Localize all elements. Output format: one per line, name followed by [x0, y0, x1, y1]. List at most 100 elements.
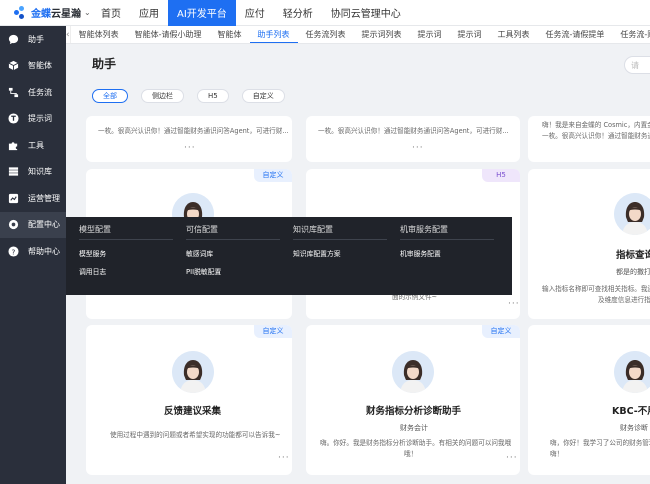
card-description: 一枚。很高兴认识你！通过智能财务通识问答Agent，可进行财...: [318, 127, 509, 135]
sidebar-item-label: 知识库: [28, 167, 52, 177]
menu-group-heading: 可信配置: [186, 224, 280, 240]
card-description: 使用过程中遇到的问题或者希望实现的功能都可以告诉我~: [110, 431, 281, 439]
tab-bar: ‹ 智能体列表 智能体-请假小助理 智能体 助手列表 任务流列表 提示词列表 提示词 提示词工…: [66, 26, 650, 44]
top-nav-item[interactable]: AI开发平台: [168, 0, 236, 26]
card-description: 嗨！我是来自金蝶的 Cosmic，内置金蝶的: [542, 121, 650, 129]
gear-icon: [8, 219, 19, 230]
more-icon[interactable]: ···: [184, 143, 196, 153]
brand-logo[interactable]: 金蝶云星瀚 ⌄: [0, 0, 92, 26]
chart-icon: [8, 193, 19, 204]
tab-item[interactable]: 提示词列表: [354, 26, 410, 43]
assistant-card[interactable]: 指标查询 都是的撒打算 输入指标名称即可查找相关指标。我还 及维度信息进行指: [528, 169, 650, 319]
avatar: [392, 351, 434, 393]
top-nav-item[interactable]: 轻分析: [274, 0, 322, 26]
menu-option[interactable]: 机审服务配置: [400, 248, 494, 258]
sidebar-item[interactable]: 运营管理: [0, 185, 66, 212]
card-description: 嗨，你好！我学习了公司的财务管理: [550, 439, 650, 447]
menu-column: 模型配置模型服务调用日志: [79, 224, 173, 276]
top-nav-item[interactable]: 首页: [92, 0, 130, 26]
sidebar-item-label: 工具: [28, 140, 44, 150]
flow-icon: [8, 87, 19, 98]
menu-option[interactable]: 调用日志: [79, 266, 173, 276]
sidebar-item[interactable]: 工具: [0, 132, 66, 159]
sidebar-item-label: 智能体: [28, 61, 52, 71]
filter-chip[interactable]: 侧边栏: [141, 89, 184, 103]
card-description: 一枚。很高兴认识你！通过智能财务通识问答: [542, 132, 650, 140]
card-title: KBC-不用: [612, 406, 650, 417]
sidebar-item[interactable]: ? 帮助中心: [0, 238, 66, 265]
menu-option[interactable]: 敏感词库: [186, 248, 280, 258]
card-description: 嗨。你好。我是财务指标分析诊断助手。有相关的问题可以问我哦: [320, 439, 512, 447]
tab-item[interactable]: 任务流-请假提单: [538, 26, 613, 43]
cube-icon: [8, 60, 19, 71]
avatar: [614, 351, 650, 393]
type-badge: H5: [482, 169, 520, 182]
more-icon[interactable]: ···: [412, 143, 424, 153]
card-description: 输入指标名称即可查找相关指标。我还: [542, 285, 650, 293]
top-nav-item[interactable]: 协同云管理中心: [322, 0, 410, 26]
sidebar-item-label: 帮助中心: [28, 246, 60, 256]
tab-item[interactable]: 提示词: [450, 26, 490, 43]
sidebar-item[interactable]: 配置中心: [0, 211, 66, 238]
chevron-down-icon[interactable]: ⌄: [84, 8, 91, 17]
top-nav-item[interactable]: 应付: [236, 0, 274, 26]
database-icon: [8, 166, 19, 177]
filter-chip[interactable]: 全部: [92, 89, 128, 103]
tab-item[interactable]: 工具列表: [490, 26, 538, 43]
more-icon[interactable]: ···: [278, 453, 290, 463]
sidebar-item[interactable]: 提示词: [0, 106, 66, 133]
card-description: 哦！: [404, 450, 418, 458]
assistant-card[interactable]: 一枚。很高兴认识你！通过智能财务通识问答Agent，可进行财... ···: [86, 116, 292, 162]
menu-option[interactable]: PII脱敏配置: [186, 266, 280, 276]
puzzle-icon: [8, 140, 19, 151]
card-subtitle: 财务诊断: [620, 424, 648, 432]
tab-item[interactable]: 任务流列表: [298, 26, 354, 43]
card-subtitle: 都是的撒打算: [616, 268, 650, 276]
sidebar: 助手 智能体 任务流 提示词 工具 知识库 运营管理 配置中心? 帮助中心: [0, 26, 66, 484]
tab-item[interactable]: 智能体: [210, 26, 250, 43]
top-nav-item[interactable]: 应用: [130, 0, 168, 26]
brand-name-1: 金蝶: [31, 9, 51, 20]
filter-chips: 全部 侧边栏 H5 自定义: [92, 89, 298, 103]
more-icon[interactable]: ···: [506, 453, 518, 463]
svg-text:?: ?: [12, 247, 16, 256]
assistant-card[interactable]: 一枚。很高兴认识你！通过智能财务通识问答Agent，可进行财... ···: [306, 116, 520, 162]
search-input[interactable]: 请: [624, 56, 650, 74]
more-icon[interactable]: ···: [508, 299, 520, 309]
tab-item[interactable]: 智能体-请假小助理: [127, 26, 210, 43]
menu-option[interactable]: 模型服务: [79, 248, 173, 258]
assistant-card[interactable]: 嗨！我是来自金蝶的 Cosmic，内置金蝶的 一枚。很高兴认识你！通过智能财务通…: [528, 116, 650, 162]
tab-item[interactable]: 任务流-财务报告生成: [612, 26, 650, 43]
card-description: 一枚。很高兴认识你！通过智能财务通识问答Agent，可进行财...: [98, 127, 289, 135]
sidebar-item[interactable]: 智能体: [0, 53, 66, 80]
menu-option[interactable]: 知识库配置方案: [293, 248, 387, 258]
assistant-card[interactable]: KBC-不用 财务诊断 嗨，你好！我学习了公司的财务管理 嗨！: [528, 325, 650, 475]
tab-item[interactable]: 智能体列表: [71, 26, 127, 43]
top-navigation-bar: 金蝶云星瀚 ⌄ 首页 应用 AI开发平台 应付 轻分析 协同云管理中心: [0, 0, 650, 26]
config-center-menu: 模型配置 模型服务 调用日志 可信配置 敏感词库 PII脱敏配置 知识库配置 知识库配置方案机…: [66, 217, 512, 295]
tab-item[interactable]: 提示词: [410, 26, 450, 43]
menu-group-heading: 机审服务配置: [400, 224, 494, 240]
sidebar-item[interactable]: 任务流: [0, 79, 66, 106]
sidebar-item[interactable]: 知识库: [0, 159, 66, 186]
menu-column: 知识库配置知识库配置方案: [293, 224, 387, 258]
filter-chip[interactable]: 自定义: [241, 89, 285, 103]
brand-logo-icon: [14, 5, 28, 20]
sidebar-item-label: 助手: [28, 34, 44, 44]
card-description: 嗨！: [550, 450, 564, 458]
tab-item[interactable]: 助手列表: [249, 26, 298, 43]
page-title: 助手: [92, 57, 117, 71]
sidebar-item-label: 任务流: [28, 87, 52, 97]
sidebar-item-label: 配置中心: [28, 220, 60, 230]
card-title: 财务指标分析诊断助手: [366, 406, 462, 417]
menu-group-heading: 知识库配置: [293, 224, 387, 240]
assistant-card[interactable]: 自定义 财务指标分析诊断助手 财务会计 嗨。你好。我是财务指标分析诊断助手。有相…: [306, 325, 520, 475]
sidebar-item-label: 运营管理: [28, 193, 60, 203]
sidebar-item[interactable]: 助手: [0, 26, 66, 53]
assistant-card[interactable]: 自定义 反馈建议采集 使用过程中遇到的问题或者希望实现的功能都可以告诉我~ ··…: [86, 325, 292, 475]
filter-chip[interactable]: H5: [197, 89, 229, 103]
menu-group-heading: 模型配置: [79, 224, 173, 240]
chat-bubble-icon: [8, 34, 19, 45]
type-badge: 自定义: [482, 325, 520, 338]
avatar: [614, 193, 650, 235]
